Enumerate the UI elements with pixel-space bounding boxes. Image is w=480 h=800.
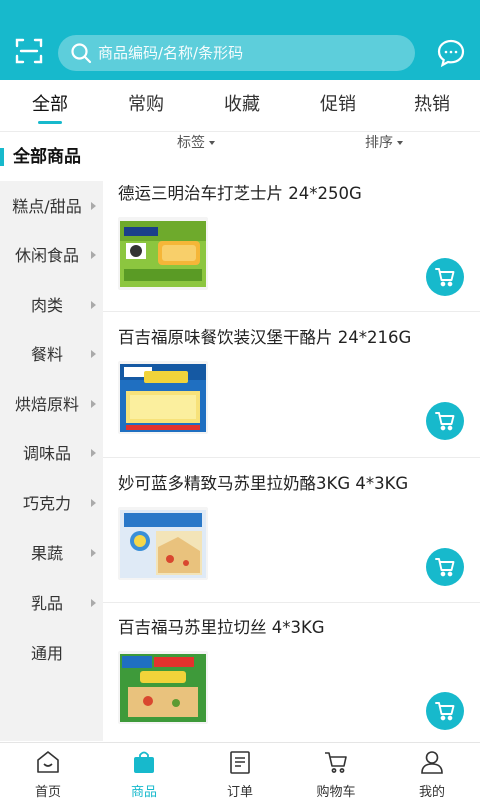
add-to-cart-button[interactable]: [426, 692, 464, 730]
sidebar-item-label: 全部商品: [13, 147, 81, 167]
top-header: [0, 0, 480, 80]
sidebar-item-snacks[interactable]: 休闲食品: [0, 231, 103, 280]
chevron-right-icon: [91, 350, 96, 358]
tab-label: 常购: [128, 94, 164, 115]
order-icon: [230, 751, 250, 774]
tab-all[interactable]: 全部: [2, 80, 98, 132]
tag-filter[interactable]: 标签: [177, 133, 215, 153]
scan-icon[interactable]: [12, 34, 46, 68]
tab-hot[interactable]: 热销: [384, 80, 480, 132]
cart-icon: [435, 268, 455, 287]
active-indicator: [0, 148, 4, 166]
bottom-navigation: 首页 商品 订单 购物车 我的: [0, 742, 480, 800]
nav-orders[interactable]: 订单: [192, 743, 288, 800]
nav-home[interactable]: 首页: [0, 743, 96, 800]
sidebar-item-all[interactable]: 全部商品: [0, 133, 103, 181]
tab-frequent[interactable]: 常购: [98, 80, 194, 132]
add-to-cart-button[interactable]: [426, 402, 464, 440]
add-to-cart-button[interactable]: [426, 548, 464, 586]
caret-down-icon: [397, 141, 403, 145]
cart-icon: [435, 702, 455, 721]
chevron-right-icon: [91, 301, 96, 309]
tab-label: 收藏: [224, 94, 260, 115]
sidebar-item-label: 休闲食品: [14, 246, 79, 265]
product-name: 百吉福马苏里拉切丝 4*3KG: [118, 618, 325, 637]
row-divider: [103, 602, 480, 603]
chevron-right-icon: [91, 202, 96, 210]
sidebar-item-general[interactable]: 通用: [0, 629, 103, 678]
sidebar-item-label: 巧克力: [22, 494, 71, 513]
tab-favorites[interactable]: 收藏: [194, 80, 290, 132]
search-icon: [71, 43, 92, 64]
nav-label: 首页: [34, 785, 61, 800]
nav-products[interactable]: 商品: [96, 743, 192, 800]
sidebar-item-label: 烘焙原料: [14, 395, 79, 414]
home-icon: [37, 751, 59, 773]
product-image[interactable]: [118, 361, 208, 434]
bag-icon: [134, 751, 154, 773]
tag-filter-label: 标签: [177, 135, 205, 151]
sidebar-item-ingredients[interactable]: 餐料: [0, 330, 103, 379]
sidebar-item-produce[interactable]: 果蔬: [0, 529, 103, 578]
chevron-right-icon: [91, 449, 96, 457]
sidebar-item-label: 通用: [30, 644, 63, 663]
nav-label: 商品: [130, 785, 157, 800]
search-input[interactable]: [98, 35, 398, 71]
row-divider: [103, 311, 480, 312]
chevron-right-icon: [91, 549, 96, 557]
tab-label: 促销: [320, 94, 356, 115]
product-image[interactable]: [118, 217, 208, 290]
chevron-right-icon: [91, 251, 96, 259]
category-sidebar: 全部商品 糕点/甜品 休闲食品 肉类 餐料 烘焙原料 调味品 巧克力 果蔬 乳品…: [0, 133, 103, 741]
nav-profile[interactable]: 我的: [384, 743, 480, 800]
sidebar-item-seasoning[interactable]: 调味品: [0, 429, 103, 478]
cart-icon: [435, 412, 455, 431]
sidebar-item-label: 肉类: [30, 296, 63, 315]
tab-label: 全部: [32, 94, 68, 115]
row-divider: [103, 457, 480, 458]
product-item[interactable]: 百吉福马苏里拉切丝 4*3KG: [103, 614, 480, 759]
message-icon[interactable]: [436, 38, 466, 68]
filter-bar: 标签 排序: [103, 133, 480, 155]
tab-promotions[interactable]: 促销: [290, 80, 386, 132]
chevron-right-icon: [91, 499, 96, 507]
cart-icon: [435, 558, 455, 577]
nav-label: 我的: [418, 785, 445, 800]
sidebar-item-meat[interactable]: 肉类: [0, 281, 103, 330]
sidebar-item-label: 果蔬: [30, 544, 63, 563]
product-image[interactable]: [118, 507, 208, 580]
product-name: 德运三明治车打芝士片 24*250G: [118, 184, 362, 203]
tab-label: 热销: [414, 94, 450, 115]
product-item[interactable]: 百吉福原味餐饮装汉堡干酪片 24*216G: [103, 324, 480, 469]
sidebar-item-pastry[interactable]: 糕点/甜品: [0, 182, 103, 231]
product-name: 妙可蓝多精致马苏里拉奶酪3KG 4*3KG: [118, 474, 409, 493]
user-icon: [421, 751, 443, 774]
sidebar-item-dairy[interactable]: 乳品: [0, 579, 103, 628]
sidebar-item-baking[interactable]: 烘焙原料: [0, 380, 103, 429]
sidebar-item-label: 调味品: [22, 444, 71, 463]
nav-cart[interactable]: 购物车: [288, 743, 384, 800]
caret-down-icon: [209, 141, 215, 145]
sidebar-item-label: 餐料: [30, 345, 63, 364]
search-box[interactable]: [58, 35, 415, 71]
sort-filter[interactable]: 排序: [365, 133, 403, 153]
chevron-right-icon: [91, 599, 96, 607]
product-item[interactable]: 妙可蓝多精致马苏里拉奶酪3KG 4*3KG: [103, 470, 480, 615]
category-tabs: 全部 常购 收藏 促销 热销: [0, 80, 480, 132]
chevron-right-icon: [91, 400, 96, 408]
nav-label: 购物车: [316, 785, 356, 800]
sidebar-item-chocolate[interactable]: 巧克力: [0, 479, 103, 528]
product-item[interactable]: 德运三明治车打芝士片 24*250G: [103, 180, 480, 325]
nav-label: 订单: [226, 785, 253, 800]
sidebar-item-label: 糕点/甜品: [12, 197, 82, 216]
add-to-cart-button[interactable]: [426, 258, 464, 296]
product-name: 百吉福原味餐饮装汉堡干酪片 24*216G: [118, 328, 412, 347]
sort-filter-label: 排序: [365, 135, 393, 151]
sidebar-item-label: 乳品: [30, 594, 63, 613]
cart-icon: [325, 752, 347, 773]
tab-active-underline: [38, 121, 62, 124]
product-image[interactable]: [118, 651, 208, 724]
